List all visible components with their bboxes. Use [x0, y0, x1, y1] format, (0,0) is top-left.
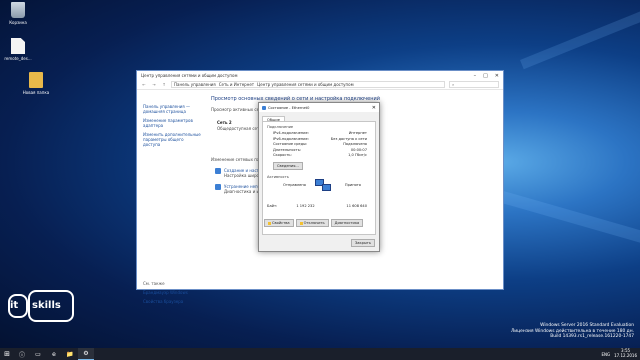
status-row-label: Длительность: — [273, 147, 302, 152]
internet-explorer-icon[interactable]: e — [46, 348, 62, 360]
search-icon[interactable]: ⓘ — [14, 348, 30, 360]
clock[interactable]: 3:55 17.12.2016 — [614, 349, 637, 358]
recycle-bin-icon — [11, 2, 25, 18]
activity-graphic: Отправлено Принято — [267, 179, 371, 201]
status-dialog: Состояние - Ethernet0 ✕ Общие Подключени… — [258, 102, 380, 252]
status-row-label: Скорость: — [273, 153, 292, 158]
status-row: IPv6-подключение: Без доступа к сети — [273, 137, 367, 141]
properties-button-label: Свойства — [272, 221, 290, 225]
troubleshoot-icon — [215, 184, 221, 190]
task-view-icon[interactable]: ▭ — [30, 348, 46, 360]
sidebar-item-home[interactable]: Панель управления — домашняя страница — [143, 104, 201, 114]
see-also-label: См. также — [143, 281, 165, 286]
search-icon: ⌕ — [452, 82, 455, 87]
window-title: Центр управления сетями и общим доступом — [141, 73, 238, 78]
start-button[interactable]: ⊞ — [0, 348, 14, 360]
properties-button[interactable]: Свойства — [264, 219, 294, 227]
windows-watermark: Windows Server 2016 Standard Evaluation … — [511, 323, 634, 340]
file-icon — [11, 38, 25, 54]
breadcrumb-item[interactable]: Панель управления — [174, 82, 216, 87]
bytes-received: 11 608 640 — [346, 204, 367, 209]
clock-date: 17.12.2016 — [614, 353, 637, 358]
received-label: Принято — [344, 183, 361, 188]
sent-label: Отправлено — [283, 183, 306, 188]
desktop-icon-recycle-bin[interactable]: Корзина — [0, 2, 36, 25]
status-row: Состояние среды: Подключено — [273, 142, 367, 146]
sidebar-item-sharing-settings[interactable]: Изменить дополнительные параметры общего… — [143, 132, 201, 147]
dialog-actions: Свойства Отключить Диагностика — [264, 219, 364, 227]
address-bar: ← → ↑ Панель управления Сеть и Интернет … — [137, 80, 503, 90]
control-panel-taskbar-icon[interactable]: ⚙ — [78, 348, 94, 360]
status-row-value: Без доступа к сети — [330, 136, 367, 141]
status-row: IPv4-подключение: Интернет — [273, 131, 367, 135]
dialog-titlebar[interactable]: Состояние - Ethernet0 ✕ — [259, 103, 379, 112]
status-row: Длительность: 00:00:07 — [273, 148, 367, 152]
maximize-button[interactable]: □ — [483, 73, 488, 79]
desktop-icon-label: remote_des... — [4, 56, 32, 61]
network-setup-icon — [215, 168, 221, 174]
logo-text: skills — [32, 300, 61, 311]
desktop-icon-file[interactable]: remote_des... — [0, 38, 36, 61]
dialog-title: Состояние - Ethernet0 — [268, 105, 310, 110]
minimize-button[interactable]: – — [474, 73, 477, 79]
desktop-icon-folder[interactable]: Новая папка — [18, 72, 54, 95]
bytes-sent: 1 192 232 — [296, 204, 315, 209]
shield-icon — [268, 221, 271, 225]
status-row-value: 1,0 Гбит/с — [348, 153, 367, 158]
watermark-line: Build 14393.rs1_release.161220-1747 — [550, 334, 634, 339]
sidebar-item-adapter-settings[interactable]: Изменение параметров адаптера — [143, 118, 201, 128]
disable-button-label: Отключить — [303, 221, 325, 225]
language-indicator[interactable]: ENG — [601, 352, 610, 357]
folder-icon — [29, 72, 43, 88]
logo-text: it — [10, 300, 19, 311]
wallpaper-beam — [496, 190, 640, 246]
close-button[interactable]: ✕ — [495, 73, 499, 79]
window-controls: – □ ✕ — [474, 73, 499, 79]
tab-panel-general: Подключение IPv4-подключение: Интернет I… — [262, 121, 376, 235]
up-arrow-icon[interactable]: ↑ — [161, 82, 167, 87]
bytes-row: Байт: 1 192 232 11 608 640 — [267, 204, 371, 208]
diagnose-button[interactable]: Диагностика — [330, 219, 364, 227]
status-row-label: IPv6-подключение: — [273, 136, 309, 141]
status-row-value: Подключено — [343, 142, 367, 147]
itskills-logo: it skills — [8, 286, 74, 326]
taskbar: ⊞ ⓘ ▭ e 📁 ⚙ ENG 3:55 17.12.2016 — [0, 348, 640, 360]
network-computers-icon — [315, 179, 333, 193]
close-button[interactable]: Закрыть — [351, 239, 375, 247]
status-row-value: Интернет — [348, 131, 367, 135]
breadcrumb-item[interactable]: Центр управления сетями и общим доступом — [257, 82, 353, 87]
desktop-icon-label: Корзина — [9, 20, 27, 25]
sidebar-item-internet-options[interactable]: Свойства браузера — [143, 299, 201, 304]
connection-group-label: Подключение — [267, 125, 294, 129]
details-button[interactable]: Сведения... — [273, 162, 303, 171]
status-row-label: IPv4-подключение: — [273, 131, 309, 135]
desktop-icon-label: Новая папка — [22, 90, 50, 95]
status-row-label: Состояние среды: — [273, 142, 308, 147]
network-icon — [262, 105, 266, 110]
status-row: Скорость: 1,0 Гбит/с — [273, 153, 367, 157]
breadcrumb[interactable]: Панель управления Сеть и Интернет Центр … — [171, 81, 445, 88]
forward-arrow-icon[interactable]: → — [151, 82, 157, 87]
breadcrumb-item[interactable]: Сеть и Интернет — [219, 82, 254, 87]
sidebar: Панель управления — домашняя страница Из… — [137, 90, 207, 304]
close-icon[interactable]: ✕ — [372, 105, 376, 111]
sidebar-item-firewall[interactable]: Брандмауэр Windows — [143, 290, 201, 295]
disable-button[interactable]: Отключить — [295, 219, 329, 227]
wallpaper-beam — [520, 7, 640, 70]
bytes-label: Байт: — [267, 204, 278, 209]
file-explorer-icon[interactable]: 📁 — [62, 348, 78, 360]
system-tray: ENG 3:55 17.12.2016 — [601, 349, 640, 358]
search-input[interactable]: ⌕ — [449, 81, 499, 88]
back-arrow-icon[interactable]: ← — [141, 82, 147, 87]
status-row-value: 00:00:07 — [350, 147, 367, 152]
window-titlebar[interactable]: Центр управления сетями и общим доступом… — [137, 71, 503, 80]
shield-icon — [299, 221, 303, 225]
